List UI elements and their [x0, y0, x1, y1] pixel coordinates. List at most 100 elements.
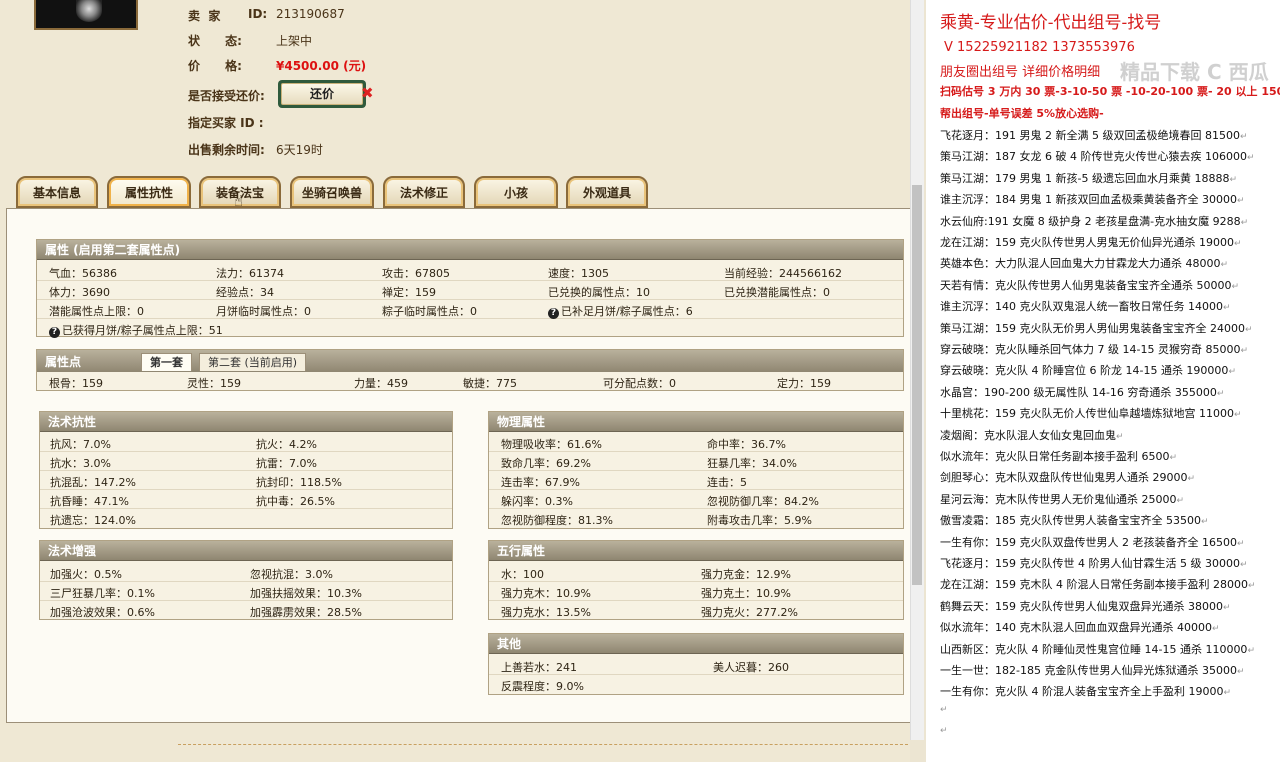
boost-ignore-chaos: 忽视抗混：3.0% [250, 568, 333, 581]
tab-attributes[interactable]: 属性抗性 [107, 176, 191, 208]
return-mark-icon: ↵ [940, 704, 948, 715]
listing-text: 十里桃花：159 克火队无价人传世仙阜越墙炼狱地宫 11000 [940, 407, 1234, 421]
listing-item: 策马江湖：159 克火队无价男人男仙男鬼装备宝宝齐全 24000↵ [940, 320, 1253, 336]
return-mark-icon: ↵ [1222, 303, 1231, 314]
return-mark-icon: ↵ [1187, 474, 1196, 485]
help-icon[interactable]: ? [49, 327, 60, 338]
phys-poison-attack: 附毒攻击几率：5.9% [707, 514, 812, 527]
listing-item: 水云仙府:191 女魔 8 级护身 2 老孩星盘满-克水抽女魔 9288↵ [940, 213, 1248, 229]
listing-text: 傲雪凌霜：185 克火队传世男人装备宝宝齐全 53500 [940, 514, 1201, 528]
remaining-label: 出售剩余时间: [188, 143, 265, 157]
listing-text: 策马江湖：187 女龙 6 破 4 阶传世克火传世心猿去疾 106000 [940, 150, 1247, 164]
character-avatar [34, 0, 138, 30]
resist-fire: 抗火：4.2% [256, 438, 317, 451]
return-mark-icon: ↵ [1236, 538, 1245, 549]
seller-id-label: ID: [248, 7, 268, 21]
return-mark-icon: ↵ [1247, 581, 1256, 592]
price-label: 价 格: [188, 59, 242, 73]
scrollbar-thumb[interactable] [912, 185, 922, 585]
listing-text: 穿云破晓：克火队 4 阶睡宫位 6 阶龙 14-15 通杀 190000 [940, 364, 1229, 378]
seller-label: 卖 家 [188, 9, 221, 23]
buyer-row: 指定买家 ID : [188, 114, 264, 131]
boost-cangbo: 加强沧波效果：0.6% [50, 606, 155, 619]
return-mark-icon: ↵ [1239, 132, 1248, 142]
points-agility: 敏捷：775 [463, 377, 517, 390]
return-mark-icon: ↵ [1200, 517, 1209, 528]
listing-item: 星河云海：克木队传世男人无价鬼仙通杀 25000↵ [940, 491, 1184, 507]
status-label: 状 态: [188, 34, 242, 48]
tab-basic-info[interactable]: 基本信息 [16, 176, 98, 208]
phys-hit: 命中率：36.7% [707, 438, 786, 451]
content-frame: 属性 (启用第二套属性点) 气血：56386 法力：61374 攻击：67805… [6, 208, 912, 723]
spell-resist-panel: 法术抗性 抗风：7.0% 抗火：4.2% 抗水：3.0% 抗雷：7.0% 抗混乱… [39, 411, 453, 529]
attr-filled-label: 已补足月饼/粽子属性点：6 [561, 305, 693, 318]
attributes-panel: 属性 (启用第二套属性点) 气血：56386 法力：61374 攻击：67805… [36, 239, 904, 338]
return-mark-icon: ↵ [1222, 602, 1231, 613]
listing-item: 十里桃花：159 克火队无价人传世仙阜越墙炼狱地宫 11000↵ [940, 405, 1242, 421]
counter-offer-row: 是否接受还价: [188, 87, 265, 104]
close-icon[interactable]: ✖ [361, 84, 374, 102]
elements-header: 五行属性 [489, 541, 903, 561]
listing-text: 一生有你：159 克火队双盘传世男人 2 老孩装备齐全 16500 [940, 535, 1237, 549]
return-mark-icon: ↵ [1223, 688, 1232, 699]
spell-boost-header: 法术增强 [40, 541, 452, 561]
listing-text: 水晶宫：190-200 级无属性队 14-16 穷奇通杀 355000 [940, 385, 1217, 399]
phys-combo-rate: 连击率：67.9% [501, 476, 580, 489]
divider [178, 744, 908, 745]
points-allocatable: 可分配点数：0 [603, 377, 676, 390]
subtab-first-set[interactable]: 第一套 [141, 353, 192, 371]
listing-text: 凌烟阁：克水队混人女仙女鬼回血鬼 [940, 428, 1116, 442]
other-shangshan: 上善若水：241 [501, 661, 577, 674]
listing-item: 策马江湖：179 男鬼 1 新孩-5 级遗忘回血水月乘黄 18888↵ [940, 170, 1237, 186]
listing-text: 天若有情：克火队传世男人仙男鬼装备宝宝齐全通杀 50000 [940, 278, 1232, 292]
watermark: 精品下载 C 西瓜 [1120, 60, 1269, 84]
attr-attack: 攻击：67805 [382, 267, 450, 280]
listing-text: 策马江湖：179 男鬼 1 新孩-5 级遗忘回血水月乘黄 18888 [940, 171, 1230, 185]
points-header-bar: 属性点 第一套 第二套 (当前启用) [37, 350, 903, 372]
listing-item: 龙在江湖：159 克火队传世男人男鬼无价仙异光通杀 19000↵ [940, 234, 1242, 250]
resist-forget: 抗遗忘：124.0% [50, 514, 136, 527]
buyer-label: 指定买家 ID : [188, 116, 264, 130]
listing-item: 龙在江湖：159 克木队 4 阶混人日常任务副本接手盈利 28000↵ [940, 576, 1256, 592]
listing-item: 谁主沉浮：184 男鬼 1 新孩双回血孟极乘黄装备齐全 30000↵ [940, 191, 1245, 207]
phys-crit: 致命几率：69.2% [501, 457, 591, 470]
remaining-row: 出售剩余时间: 6天19时 [188, 141, 323, 158]
attr-hp: 气血：56386 [49, 267, 117, 280]
attr-redeemed: 已兑换的属性点：10 [548, 286, 650, 299]
tab-appearance[interactable]: 外观道具 [566, 176, 648, 208]
overlay-friends: 朋友圈出组号 详细价格明细 [940, 65, 1101, 80]
return-mark-icon: ↵ [1216, 388, 1225, 399]
counter-offer-button[interactable]: 还价 [278, 80, 366, 108]
attr-zongzi-temp: 粽子临时属性点：0 [382, 305, 477, 318]
boost-fire: 加强火：0.5% [50, 568, 122, 581]
attr-exp: 当前经验：244566162 [724, 267, 842, 280]
tab-mounts-pets[interactable]: 坐骑召唤兽 [290, 176, 374, 208]
subtab-second-set[interactable]: 第二套 (当前启用) [199, 353, 307, 371]
remaining-value: 6天19时 [276, 143, 323, 157]
listing-item: 一生有你：159 克火队双盘传世男人 2 老孩装备齐全 16500↵ [940, 534, 1245, 550]
attr-note-label: 已获得月饼/粽子属性点上限：51 [62, 324, 223, 337]
spell-boost-panel: 法术增强 加强火：0.5% 忽视抗混：3.0% 三尸狂暴几率：0.1% 加强扶摇… [39, 540, 453, 620]
tab-children[interactable]: 小孩 [474, 176, 558, 208]
resist-chaos: 抗混乱：147.2% [50, 476, 136, 489]
tab-spell-correction[interactable]: 法术修正 [383, 176, 465, 208]
resist-wind: 抗风：7.0% [50, 438, 111, 451]
listing-text: 穿云破晓：克火队睡杀回气体力 7 级 14-15 灵猴穷奇 85000 [940, 343, 1241, 356]
return-mark-icon: ↵ [1244, 324, 1253, 335]
attr-redeemed-potential: 已兑换潜能属性点：0 [724, 286, 830, 299]
return-mark-icon: ↵ [1229, 174, 1237, 185]
attr-mp: 法力：61374 [216, 267, 284, 280]
listing-text: 谁主沉浮：140 克火队双鬼混人统一畜牧日常任务 14000 [940, 300, 1223, 314]
attr-zen: 禅定：159 [382, 286, 436, 299]
listing-item: 凌烟阁：克水队混人女仙女鬼回血鬼↵ [940, 427, 1124, 443]
return-mark-icon: ↵ [1239, 560, 1248, 570]
return-mark-icon: ↵ [940, 726, 948, 737]
counter-offer-button-label: 还价 [281, 83, 363, 105]
listing-item: 天若有情：克火队传世男人仙男鬼装备宝宝齐全通杀 50000↵ [940, 277, 1239, 293]
phys-berserk: 狂暴几率：34.0% [707, 457, 797, 470]
help-icon[interactable]: ? [548, 308, 559, 319]
listing-text: 似水流年：140 克木队混人回血血双盘异光通杀 40000 [940, 621, 1212, 635]
attributes-header: 属性 (启用第二套属性点) [37, 240, 903, 260]
return-mark-icon: ↵ [1233, 239, 1242, 249]
character-figure [76, 0, 102, 22]
